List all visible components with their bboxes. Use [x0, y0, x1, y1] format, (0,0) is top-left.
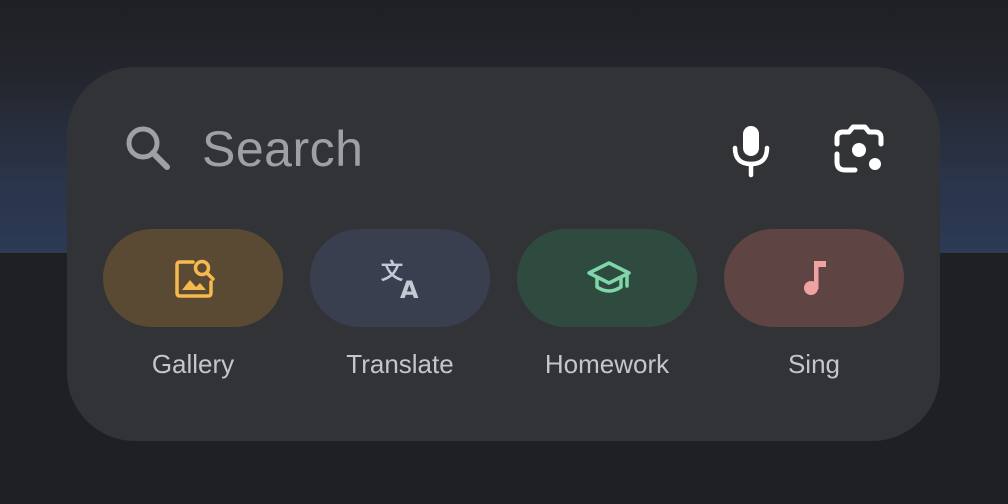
mic-icon[interactable]: [723, 122, 779, 178]
gallery-search-icon: [175, 259, 215, 298]
search-widget: Search Gallery 文 A Translate Homework Si…: [67, 67, 940, 441]
sing-chip[interactable]: [724, 229, 904, 327]
gallery-label: Gallery: [151, 349, 235, 379]
search-placeholder[interactable]: Search: [202, 119, 363, 179]
graduation-cap-icon: [587, 261, 631, 293]
music-note-icon: [804, 261, 826, 295]
search-bar[interactable]: Search: [67, 67, 940, 227]
search-icon: [126, 126, 170, 170]
sing-label: Sing: [787, 349, 841, 379]
lens-camera-icon[interactable]: [831, 122, 887, 178]
translate-label: Translate: [346, 349, 454, 379]
svg-text:A: A: [400, 276, 419, 300]
translate-icon: 文 A: [381, 259, 419, 300]
translate-chip[interactable]: 文 A: [310, 229, 490, 327]
gallery-chip[interactable]: [103, 229, 283, 327]
homework-label: Homework: [544, 349, 670, 379]
homework-chip[interactable]: [517, 229, 697, 327]
